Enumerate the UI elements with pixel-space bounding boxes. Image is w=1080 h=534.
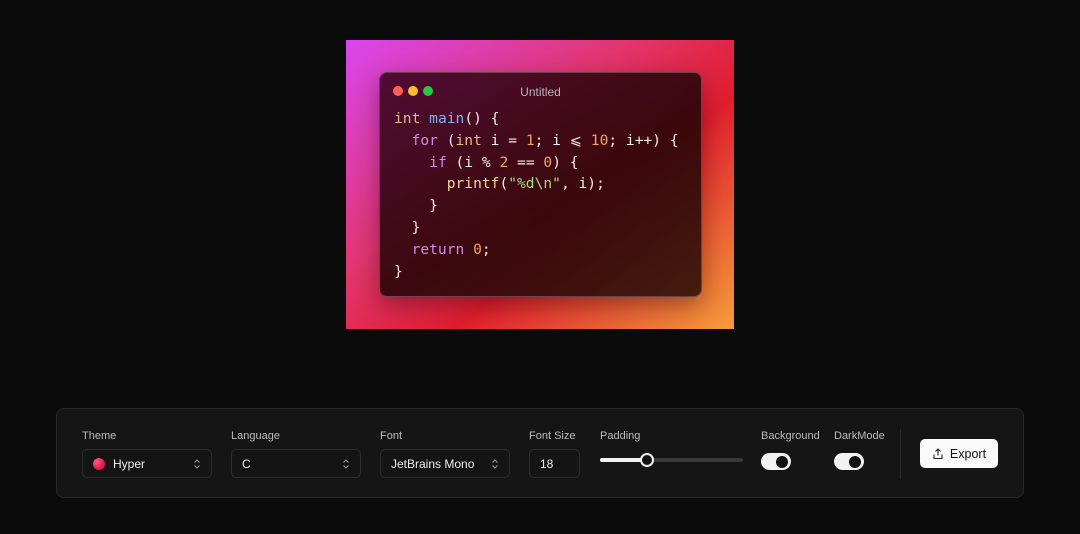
code-line: } [394,261,679,283]
code-line: for (int i = 1; i ⩽ 10; i++) { [394,130,679,152]
font-label: Font [380,430,403,442]
window-title[interactable]: Untitled [380,85,701,99]
theme-swatch-icon [93,457,105,470]
padding-slider[interactable] [600,453,743,467]
code-token: return [411,240,465,258]
code-token: 0 [473,240,482,258]
code-token: (i % [446,153,500,171]
theme-select[interactable]: Hyper [82,449,212,478]
language-select[interactable]: C [231,449,361,478]
code-token: ; i++) { [608,131,679,149]
font-size-label: Font Size [529,430,576,442]
chevron-updown-icon [492,459,498,469]
font-select[interactable]: JetBrains Mono [380,449,510,478]
export-label: Export [949,446,987,461]
code-token: ; [481,240,491,258]
background-toggle-knob [776,455,788,468]
language-value: C [242,456,251,471]
code-line: return 0; [394,239,679,261]
language-label: Language [231,430,280,442]
code-line: printf("%d\n", i); [394,173,679,195]
export-button[interactable]: Export [920,439,998,468]
code-token: int [394,110,421,127]
code-token: ) { [552,153,579,171]
code-line: int main() { [394,108,679,130]
background-label: Background [761,430,820,442]
theme-label: Theme [82,430,117,442]
theme-value: Hyper [113,456,146,471]
code-preview-frame: Untitled int main() { for (int i = 1; i … [346,40,734,329]
controls-toolbar: Theme Hyper Language C Font JetBrains Mo… [56,408,1024,498]
code-window: Untitled int main() { for (int i = 1; i … [379,72,702,297]
darkmode-toggle-knob [849,455,861,468]
code-token: int [455,131,482,149]
code-line: } [394,195,679,217]
code-token: ( [499,175,509,193]
code-token: ( [437,131,456,149]
code-token: i = [481,131,526,149]
font-size-input[interactable]: 18 [529,449,580,478]
code-editor[interactable]: int main() { for (int i = 1; i ⩽ 10; i++… [394,108,679,282]
code-token: 2 [499,153,509,171]
code-line: } [394,217,679,239]
code-token: if [429,153,447,171]
darkmode-toggle[interactable] [834,453,864,470]
code-token: printf [446,175,500,193]
chevron-updown-icon [194,459,200,469]
code-token: , i); [560,175,605,193]
code-token: "%d\n" [508,175,561,193]
code-token: main [429,110,465,127]
chevron-updown-icon [343,459,349,469]
background-toggle[interactable] [761,453,791,470]
code-token: for [411,131,438,149]
font-value: JetBrains Mono [391,456,475,471]
code-token: } [394,262,403,280]
code-token: ; i ⩽ [534,131,591,149]
toolbar-divider [900,429,901,479]
padding-slider-thumb[interactable] [640,453,655,467]
code-token: () { [464,110,500,127]
code-token: 10 [590,131,609,149]
code-token: 0 [543,153,553,171]
share-icon [933,447,943,459]
code-token: } [394,197,438,215]
padding-label: Padding [600,430,641,442]
darkmode-label: DarkMode [834,430,885,442]
code-token: 1 [525,131,535,149]
code-token: } [394,218,421,236]
code-line: if (i % 2 == 0) { [394,152,679,174]
code-token: == [508,153,544,171]
